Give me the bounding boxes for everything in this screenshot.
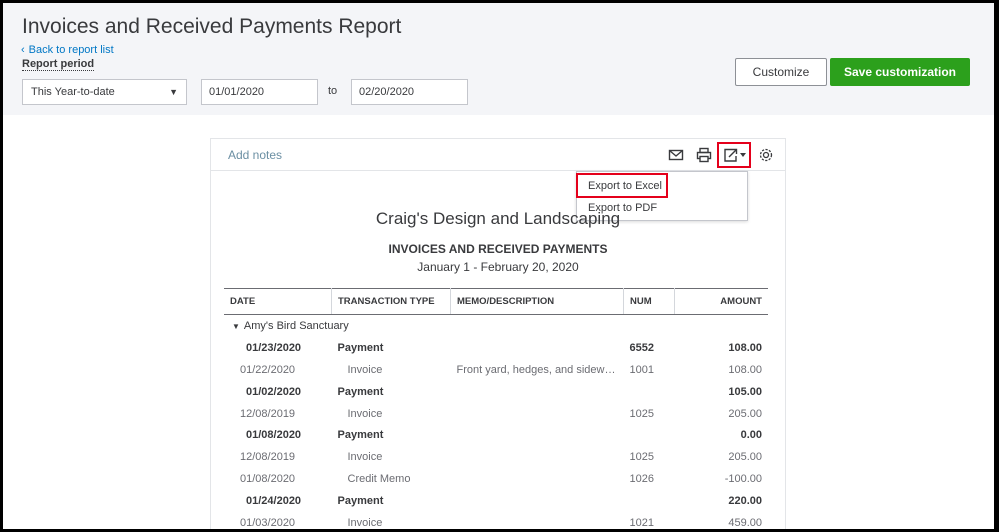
report-period-label: Report period — [22, 58, 95, 71]
to-label: to — [328, 85, 338, 97]
company-name: Craig's Design and Landscaping — [375, 209, 621, 228]
cell-date: 01/24/2020 — [246, 495, 302, 508]
cell-memo — [451, 512, 624, 529]
save-customization-button[interactable]: Save customization — [830, 58, 970, 86]
cell-type: Payment — [337, 341, 384, 354]
cell-type: Credit Memo — [347, 473, 411, 486]
date-from-input[interactable]: 01/01/2020 — [201, 79, 318, 105]
cell-memo — [451, 424, 624, 446]
table-row[interactable]: 01/08/2020 Payment 0.00 — [224, 424, 768, 446]
cell-memo — [451, 490, 624, 512]
cell-amount: 105.00 — [728, 385, 762, 398]
export-highlight-box — [717, 142, 751, 168]
cell-num: 1001 — [629, 363, 654, 376]
cell-type: Invoice — [347, 451, 383, 464]
cell-amount: 108.00 — [728, 341, 762, 354]
cell-memo — [451, 468, 624, 490]
cell-type: Invoice — [347, 363, 383, 376]
cell-type: Invoice — [347, 407, 383, 420]
col-date[interactable]: DATE — [224, 288, 332, 315]
cell-num — [624, 424, 675, 446]
col-transaction-type[interactable]: TRANSACTION TYPE — [331, 288, 451, 315]
table-row[interactable]: 12/08/2019 Invoice 1025 205.00 — [224, 403, 768, 425]
cell-type: Payment — [337, 429, 384, 442]
cell-amount: 205.00 — [728, 407, 762, 420]
cell-amount: 220.00 — [728, 495, 762, 508]
cell-date: 12/08/2019 — [240, 407, 296, 420]
report-paper: Add notes Export to Excel Export to PDF … — [210, 138, 786, 529]
cell-memo — [451, 403, 624, 425]
cell-amount: 205.00 — [728, 451, 762, 464]
report-period-value: This Year-to-date — [31, 86, 115, 98]
table-row[interactable]: 01/24/2020 Payment 220.00 — [224, 490, 768, 512]
cell-num — [624, 381, 675, 403]
cell-amount: -100.00 — [724, 473, 762, 486]
add-notes-link[interactable]: Add notes — [228, 148, 282, 162]
cell-num: 1025 — [629, 451, 654, 464]
cell-date: 01/08/2020 — [240, 473, 296, 486]
cell-amount: 108.00 — [728, 363, 762, 376]
back-to-report-list-link[interactable]: ‹ Back to report list — [21, 44, 114, 56]
report-period-select[interactable]: This Year-to-date ▼ — [22, 79, 187, 105]
date-to-input[interactable]: 02/20/2020 — [351, 79, 468, 105]
caret-down-icon: ▼ — [232, 321, 240, 331]
cell-memo — [451, 381, 624, 403]
cell-date: 01/03/2020 — [240, 516, 296, 529]
customize-button[interactable]: Customize — [735, 58, 827, 86]
chevron-left-icon: ‹ — [21, 44, 25, 56]
cell-date: 12/08/2019 — [240, 451, 296, 464]
report-date-range: January 1 - February 20, 2020 — [417, 260, 579, 274]
cell-num: 1021 — [629, 516, 654, 529]
gear-icon[interactable] — [758, 147, 774, 163]
table-row[interactable]: 01/22/2020 Invoice Front yard, hedges, and… — [224, 359, 768, 381]
cell-memo: Front yard, hedges, and sidewalks — [456, 363, 624, 376]
cell-num: 6552 — [629, 341, 654, 354]
table-row[interactable]: 01/23/2020 Payment 6552 108.00 — [224, 337, 768, 359]
report-title: INVOICES AND RECEIVED PAYMENTS — [388, 242, 608, 256]
mail-icon[interactable] — [668, 147, 684, 163]
report-table: DATE TRANSACTION TYPE MEMO/DESCRIPTION N… — [224, 288, 768, 529]
cell-num — [624, 490, 675, 512]
cell-num: 1026 — [629, 473, 654, 486]
back-link-label: Back to report list — [28, 44, 114, 56]
table-row[interactable]: 01/02/2020 Payment 105.00 — [224, 381, 768, 403]
report-toolbar: Add notes — [211, 139, 785, 171]
cell-type: Payment — [337, 495, 384, 508]
page-title: Invoices and Received Payments Report — [22, 15, 402, 38]
group-label: Amy's Bird Sanctuary — [243, 319, 349, 332]
table-header-row: DATE TRANSACTION TYPE MEMO/DESCRIPTION N… — [224, 288, 768, 315]
cell-date: 01/22/2020 — [240, 363, 296, 376]
col-amount[interactable]: AMOUNT — [674, 288, 768, 315]
cell-date: 01/23/2020 — [246, 341, 302, 354]
cell-amount: 459.00 — [728, 516, 762, 529]
cell-num: 1025 — [629, 407, 654, 420]
cell-memo — [451, 337, 624, 359]
excel-highlight-box — [576, 173, 668, 198]
group-row[interactable]: ▼ Amy's Bird Sanctuary — [224, 315, 768, 337]
print-icon[interactable] — [696, 147, 712, 163]
cell-date: 01/02/2020 — [246, 385, 302, 398]
caret-down-icon: ▼ — [169, 87, 178, 97]
app-frame: Invoices and Received Payments Report ‹ B… — [3, 3, 994, 529]
table-row[interactable]: 12/08/2019 Invoice 1025 205.00 — [224, 446, 768, 468]
table-row[interactable]: 01/08/2020 Credit Memo 1026 -100.00 — [224, 468, 768, 490]
cell-date: 01/08/2020 — [246, 429, 302, 442]
col-num[interactable]: NUM — [623, 288, 675, 315]
cell-type: Invoice — [347, 516, 383, 529]
cell-type: Payment — [337, 385, 384, 398]
cell-amount: 0.00 — [740, 429, 762, 442]
cell-memo — [451, 446, 624, 468]
table-row[interactable]: 01/03/2020 Invoice 1021 459.00 — [224, 512, 768, 529]
col-memo[interactable]: MEMO/DESCRIPTION — [450, 288, 624, 315]
